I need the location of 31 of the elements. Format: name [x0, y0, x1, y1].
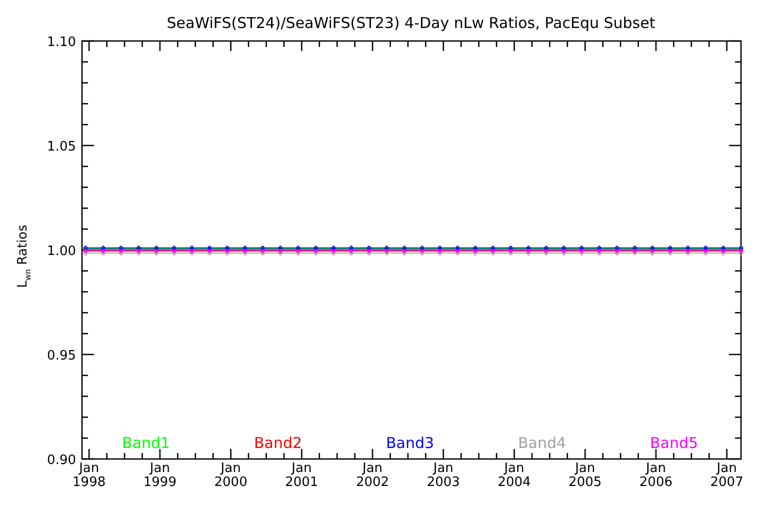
- x-tick-label: 2004: [498, 475, 531, 490]
- x-tick-label: 1999: [143, 475, 176, 490]
- x-tick-month: Jan: [150, 461, 170, 476]
- x-tick-label: 2003: [426, 475, 460, 490]
- chart-title: SeaWiFS(ST24)/SeaWiFS(ST23) 4-Day nLw Ratios, PacEqu Subset: [166, 14, 656, 32]
- x-tick-month: Jan: [362, 461, 383, 476]
- x-tick-month: Jan: [575, 461, 596, 476]
- legend-label: Band2: [254, 434, 302, 452]
- legend-label: Band5: [650, 434, 698, 452]
- x-tick-label: 2007: [710, 475, 744, 490]
- y-tick-label: 1.00: [47, 244, 76, 259]
- x-tick-month: Jan: [220, 461, 241, 476]
- x-tick-month: Jan: [504, 461, 524, 476]
- x-tick-label: 2006: [639, 475, 673, 490]
- x-tick-month: Jan: [292, 461, 312, 476]
- x-tick-month: Jan: [716, 461, 737, 476]
- y-tick-label: 0.95: [47, 348, 76, 364]
- x-tick-label: 1998: [72, 475, 106, 490]
- x-tick-label: 2005: [568, 475, 602, 490]
- x-tick-label: 2000: [214, 475, 248, 490]
- x-tick-label: 2002: [356, 475, 390, 490]
- x-tick-month: Jan: [79, 461, 100, 476]
- x-tick-month: Jan: [433, 461, 454, 476]
- y-tick-label: 0.90: [47, 453, 76, 468]
- x-tick-month: Jan: [646, 461, 666, 476]
- x-tick-label: 2001: [285, 475, 318, 490]
- legend-label: Band1: [122, 434, 170, 452]
- legend-label: Band4: [518, 434, 566, 452]
- legend-label: Band3: [386, 434, 434, 452]
- y-tick-label: 1.05: [47, 140, 76, 154]
- y-tick-label: 1.10: [47, 35, 76, 50]
